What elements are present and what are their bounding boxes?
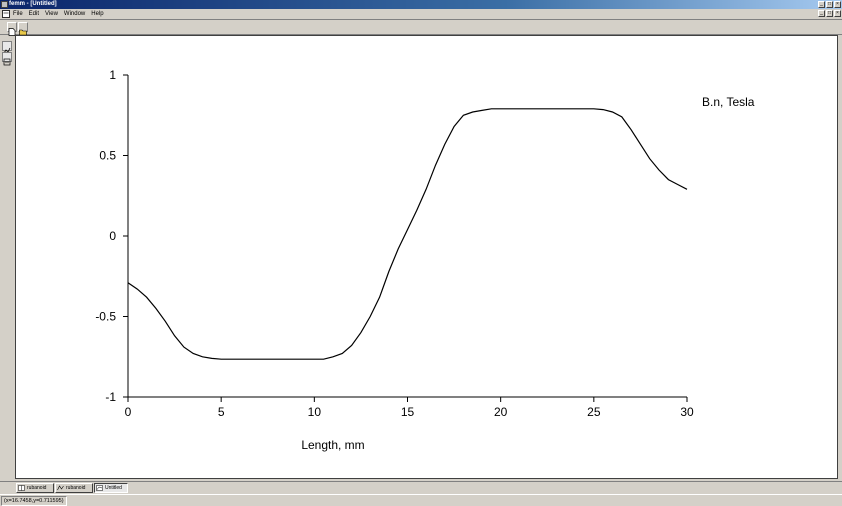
show-plot-button[interactable] (2, 41, 12, 54)
close-button[interactable]: × (834, 1, 841, 8)
new-file-button[interactable] (7, 22, 17, 36)
document-icon[interactable] (2, 10, 10, 18)
line-chart[interactable]: 1 0.5 0 -0.5 -1 0 5 10 15 20 25 30 B.n, Tesla Lengt… (16, 36, 837, 478)
menu-file[interactable]: File (13, 10, 23, 18)
menu-edit[interactable]: Edit (29, 10, 39, 18)
doc-close-button[interactable]: × (834, 10, 841, 17)
x-tick-label: 5 (218, 405, 225, 419)
y-tick-label: 0.5 (99, 149, 116, 163)
doc-restore-button[interactable]: □ (826, 10, 833, 17)
x-axis-label: Length, mm (301, 438, 364, 452)
chart-ticks: 1 0.5 0 -0.5 -1 0 5 10 15 20 25 30 (95, 68, 694, 419)
mesh-icon (18, 485, 25, 491)
x-tick-label: 25 (587, 405, 601, 419)
tab-label: Untitled (105, 485, 122, 491)
plot-icon (96, 485, 103, 491)
x-tick-label: 10 (308, 405, 322, 419)
tab-label: rubanoid (27, 485, 47, 491)
postprocessor-icon (57, 485, 64, 491)
tab-untitled[interactable]: Untitled (94, 483, 128, 493)
x-tick-label: 15 (401, 405, 415, 419)
app-icon[interactable] (1, 1, 8, 8)
menu-help[interactable]: Help (91, 10, 103, 18)
left-toolbar (0, 36, 14, 481)
export-icon (3, 58, 11, 66)
series-line-bn (127, 108, 688, 360)
open-file-button[interactable] (18, 22, 28, 36)
y-tick-label: 1 (109, 68, 116, 82)
chart-axes (127, 75, 687, 398)
toolbar (0, 20, 842, 36)
tab-rubanoid-2[interactable]: rubanoid (55, 483, 93, 493)
menu-bar: File Edit View Window Help _ □ × (0, 9, 842, 20)
y-tick-label: -1 (105, 390, 116, 404)
maximize-button[interactable]: □ (826, 1, 833, 8)
x-tick-label: 20 (494, 405, 508, 419)
document-window-controls: _ □ × (818, 10, 841, 17)
window-title: femm - [Untitled] (9, 1, 57, 7)
title-bar: femm - [Untitled] _ □ × (0, 0, 842, 9)
menu-view[interactable]: View (45, 10, 58, 18)
window-controls: _ □ × (818, 1, 841, 8)
status-bar: (x=16.7458,y=0.711595) (0, 494, 842, 506)
doc-minimize-button[interactable]: _ (818, 10, 825, 17)
y-tick-label: -0.5 (95, 310, 116, 324)
tab-label: rubanoid (66, 485, 86, 491)
vertical-scrollbar[interactable] (838, 35, 842, 479)
export-button[interactable] (2, 52, 12, 66)
menu-window[interactable]: Window (64, 10, 85, 18)
x-tick-label: 30 (680, 405, 694, 419)
minimize-button[interactable]: _ (818, 1, 825, 8)
y-tick-label: 0 (109, 229, 116, 243)
document-tabs: rubanoid rubanoid Untitled (0, 481, 842, 494)
plot-window: 1 0.5 0 -0.5 -1 0 5 10 15 20 25 30 B.n, Tesla Lengt… (15, 35, 838, 479)
chart-annotation: B.n, Tesla (702, 95, 755, 109)
tab-rubanoid-1[interactable]: rubanoid (16, 483, 54, 493)
x-tick-label: 0 (125, 405, 132, 419)
